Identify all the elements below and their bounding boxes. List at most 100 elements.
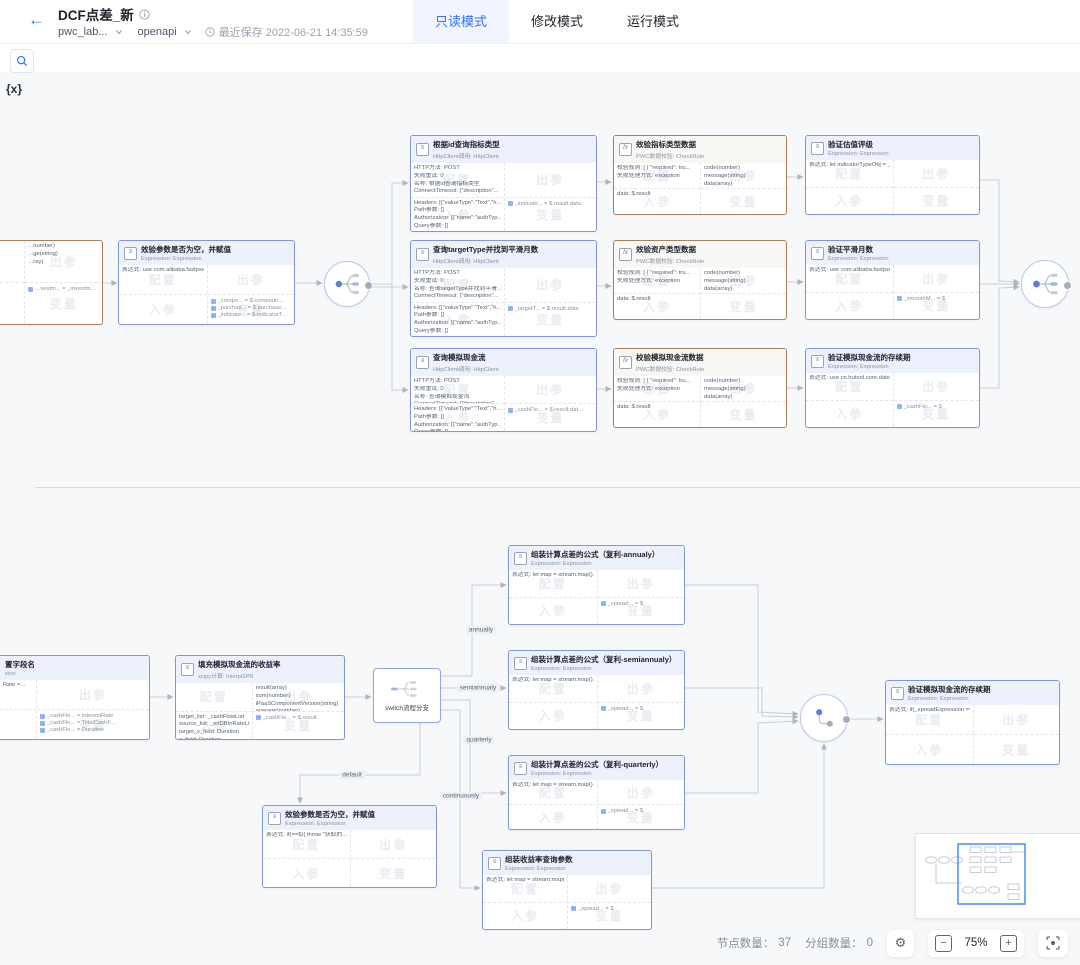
tab-run-mode[interactable]: 运行模式 [605,0,701,43]
node-cell: 入参 [806,188,893,215]
node-cell: 配置表达式: let map = stream.map()... [509,675,597,703]
node-title-wrap: 组装收益率查询参数Expression: Expression [505,854,573,872]
node-verify-cashflow-duration-bottom[interactable]: ≡验证模拟现金流的存续期Expression: Expression配置表达式:… [885,680,1060,765]
node-cell: 出参 [505,268,597,303]
node-check-cashflow-data[interactable]: fx校验模拟现金流数据PWC数据校验: CheckRule配置校验规则: [ {… [613,348,787,428]
node-fill-yield-rate[interactable]: ≡填充模拟现金流的收益率scipy计算: InterpGPR配置入参target… [175,655,345,740]
node-formula-semiannualy[interactable]: ≡组装计算点差的公式（复利-semiannualy）Expression: Ex… [508,650,685,730]
variable-text: _cashFlo... = Duration [47,727,104,733]
variable-icon [211,299,216,304]
node-cell: 配置表达式: let map = stream.map()... [509,780,597,805]
node-body: 配置校验规则: [ { "required": tru...失败处理方式: ex… [614,163,786,214]
node-body: 出参...number)...ge(string)...ray)变量...ves… [0,241,102,324]
node-title: 组装计算点差的公式（复利-quarterly） [531,759,663,770]
node-count-value: 37 [778,937,791,949]
node-cell: 出参 [505,163,597,198]
node-verify-smooth-months[interactable]: ≡验证平滑月数Expression: Expression配置表达式: use … [805,240,980,320]
watermark: 配置 [176,683,252,711]
variable-text: ...vestm... = _investm... [35,286,95,292]
node-body: Rate =...出参变量_cashFlo... = InterestRate_… [0,680,149,739]
variable-badge: _cashFlo... = InterestRate [40,713,146,719]
node-formula-quarterly[interactable]: ≡组装计算点差的公式（复利-quarterly）Expression: Expr… [508,755,685,830]
node-set-field-name[interactable]: 置字段名sionRate =...出参变量_cashFlo... = Inter… [0,655,150,740]
node-check-indicator-data[interactable]: fx效验指标类型数据PWC数据校验: CheckRule配置校验规则: [ { … [613,135,787,215]
node-verify-valuation-rating[interactable]: ≡验证估值评级Expression: Expression配置表达式: let … [805,135,980,215]
node-cell: 变量_indicato... = $.result.data [505,198,597,232]
node-cell: 变量_cashFlo... = $.result.dat... [505,404,597,431]
search-icon [16,55,28,67]
node-cell: 出参result(array)sum(number)iPaaSComponent… [253,683,344,712]
node-subtitle: Expression: Expression [828,151,889,157]
node-prop-line: 失败处理方式: exception [617,386,697,394]
node-switch-branch[interactable]: switch流程分支 [373,668,441,723]
hub-merge-top[interactable] [1021,260,1069,308]
node-body: 配置HTTP方法: POST失败重试: 0名称: 查询模拟现金流ConnectT… [411,376,596,431]
node-yield-query-params[interactable]: ≡组装收益率查询参数Expression: Expression配置表达式: l… [482,850,652,930]
watermark: 变量 [351,859,437,887]
zoom-out-button[interactable]: − [935,935,952,952]
node-query-indicator-type[interactable]: ≡根据id查询指标类型HttpClient调用: HttpClient配置HTT… [410,135,597,232]
node-right-column: 出参变量_cashFlo... = $.result.dat... [505,376,597,431]
node-prop-line: data(array) [704,286,783,294]
node-title-wrap: 组装计算点差的公式（复利-annualy）Expression: Express… [531,549,659,567]
watermark: 出参 [568,875,651,902]
node-header: ≡组装计算点差的公式（复利-annualy）Expression: Expres… [509,546,684,570]
node-cell: 入参data: $.result [614,294,700,319]
node-prop-line: HTTP方法: POST [414,378,501,386]
node-left-column: 配置表达式: use com.alibaba.fastjson...入参 [806,265,894,319]
node-title-wrap: 效验资产类型数据PWC数据校验: CheckRule [636,244,704,265]
http-icon: ≡ [416,143,429,156]
tab-readonly-mode[interactable]: 只读模式 [413,0,509,43]
node-prop-line: Path参数: [] [414,414,501,422]
node-cell: 出参 [598,675,685,703]
workspace-select[interactable]: pwc_lab... [58,26,108,38]
node-query-cashflow[interactable]: ≡查询模拟现金流HttpClient调用: HttpClient配置HTTP方法… [410,348,597,432]
http-icon: ≡ [416,248,429,261]
watermark: 入参 [263,859,350,887]
fit-view-button[interactable] [1038,930,1068,957]
zoom-in-button[interactable]: + [1000,935,1017,952]
service-select[interactable]: openapi [138,26,177,38]
search-button[interactable] [10,49,34,73]
node-right-column: 出参变量_compo... = $.compoun..._purchas... … [208,265,295,324]
expr-icon: ≡ [811,247,824,260]
variable-icon [508,306,513,311]
variable-text: _spread... = $ [608,706,644,712]
tab-edit-mode[interactable]: 修改模式 [509,0,605,43]
chevron-down-icon[interactable] [115,28,123,36]
node-check-asset-data[interactable]: fx效验资产类型数据PWC数据校验: CheckRule配置校验规则: [ { … [613,240,787,320]
node-body: 配置入参target_list: _cashFlowListsource_lis… [176,683,344,739]
node-check-params-assign-2[interactable]: ≡效验参数是否为空，并赋值Expression: Expression配置表达式… [262,805,437,888]
hub-merge-bottom[interactable] [800,694,848,742]
node-validate-partial[interactable]: 出参...number)...ge(string)...ray)变量...ves… [0,240,103,325]
chevron-down-icon[interactable] [184,28,192,36]
edge-label-quarterly: quarterly [463,736,494,745]
node-prop-line: ConnectTimeout: {"description"... [414,188,501,196]
node-prop-line: 表达式: let map = stream.map()... [512,782,594,790]
node-right-column: 出参变量_spread... = $ [598,675,685,729]
watermark: 出参 [598,570,685,597]
node-verify-cashflow-duration-top[interactable]: ≡验证模拟现金流的存续期Expression: Expression配置表达式:… [805,348,980,428]
node-title-wrap: 效验参数是否为空，并赋值Expression: Expression [141,244,231,262]
node-right-column: 出参result(array)sum(number)iPaaSComponent… [253,683,344,739]
node-header: ≡组装计算点差的公式（复利-semiannualy）Expression: Ex… [509,651,684,675]
expression-panel-toggle[interactable]: {x} [6,82,22,96]
minimap[interactable] [915,833,1080,919]
back-button[interactable]: ← [28,10,45,30]
node-body: 配置表达式: if(==$){ throw "获取的...入参出参变量 [263,830,436,887]
node-formula-annualy[interactable]: ≡组装计算点差的公式（复利-annualy）Expression: Expres… [508,545,685,625]
node-cell: 入参 [806,401,893,428]
expr-icon: ≡ [811,355,824,368]
node-cell: 入参Headers: [{"valueType":"Text","h...Pat… [411,404,504,431]
node-query-targettype[interactable]: ≡查询targetType并找到平滑月数HttpClient调用: HttpCl… [410,240,597,337]
node-left-column [0,241,25,324]
hub-branch-1[interactable] [324,261,370,307]
watermark: 出参 [598,780,685,804]
node-prop-line: ...ge(string) [28,251,99,259]
node-check-params-assign-1[interactable]: ≡效验参数是否为空，并赋值Expression: Expression配置表达式… [118,240,295,325]
watermark: 出参 [505,163,597,197]
node-header: ≡查询模拟现金流HttpClient调用: HttpClient [411,349,596,376]
settings-button[interactable]: ⚙ [887,930,914,957]
variable-text: _cashFlo... = $.result [263,715,317,721]
node-cell: 变量_spread... = $ [598,703,685,730]
